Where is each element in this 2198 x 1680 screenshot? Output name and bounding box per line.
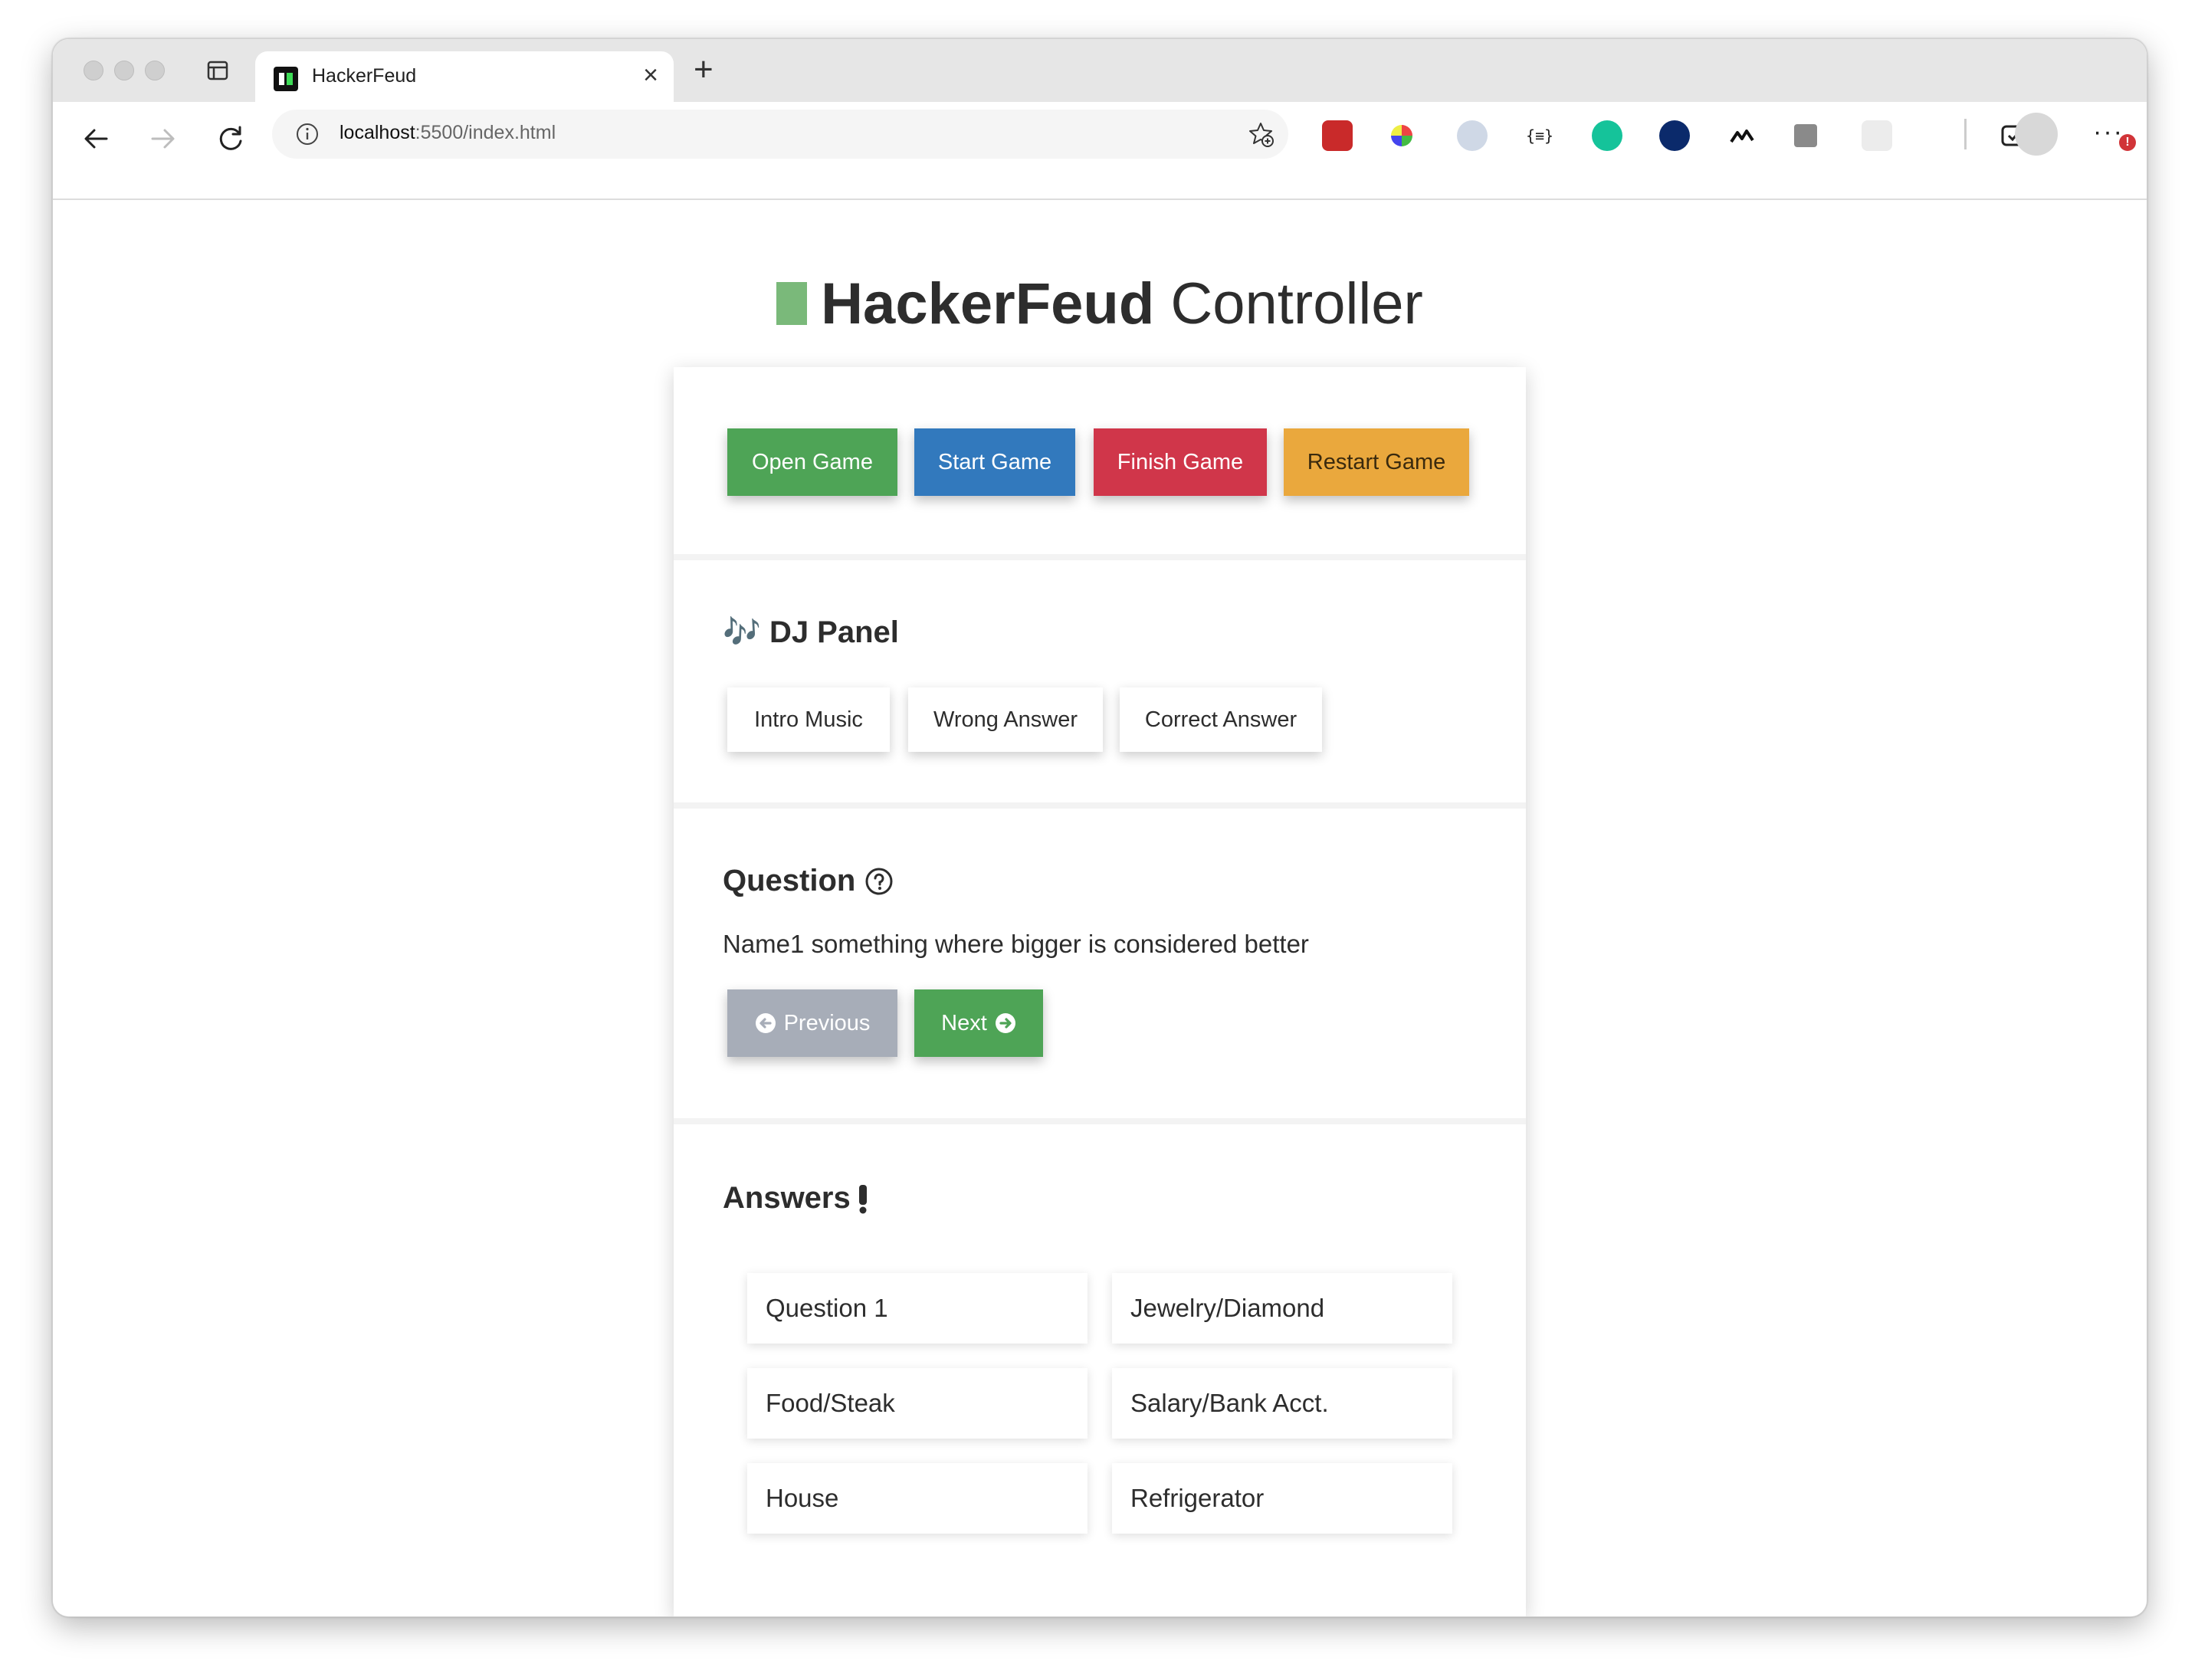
exclamation-icon	[858, 1184, 867, 1213]
address-path: :5500/index.html	[415, 122, 556, 143]
title-mark-icon	[776, 282, 808, 325]
tab-close-icon[interactable]: ×	[643, 62, 658, 88]
answers-title: Answers	[723, 1181, 851, 1215]
question-circle-icon	[865, 868, 893, 894]
previous-label: Previous	[783, 1010, 871, 1035]
title-bold: HackerFeud	[821, 271, 1155, 336]
extension-color-icon[interactable]	[1391, 125, 1412, 146]
site-info-icon[interactable]	[295, 122, 320, 146]
extension-red-icon[interactable]	[1322, 120, 1353, 151]
tab-title: HackerFeud	[312, 65, 417, 87]
answer-card[interactable]: House	[747, 1463, 1088, 1534]
controller-card: Open Game Start Game Finish Game Restart…	[674, 367, 1526, 1616]
restart-game-button[interactable]: Restart Game	[1284, 428, 1469, 496]
address-bar[interactable]: localhost:5500/index.html	[272, 110, 1288, 159]
tab-actions-icon[interactable]	[206, 59, 229, 82]
page-content: HackerFeud Controller Open Game Start Ga…	[53, 200, 2147, 1616]
arrow-left-circle-icon	[755, 1013, 776, 1033]
hackerfeud-favicon-icon	[274, 67, 298, 91]
next-question-button[interactable]: Next	[914, 989, 1043, 1057]
dj-panel-heading: 🎶 DJ Panel	[723, 614, 899, 650]
window-minimize-button[interactable]	[114, 61, 134, 80]
question-title: Question	[723, 864, 856, 897]
question-section: Question Name1 something where bigger is…	[674, 809, 1526, 1118]
window-close-button[interactable]	[84, 61, 103, 80]
start-game-button[interactable]: Start Game	[914, 428, 1075, 496]
profile-avatar[interactable]	[2015, 113, 2058, 156]
extension-copy-icon[interactable]	[1794, 124, 1817, 147]
game-controls-section: Open Game Start Game Finish Game Restart…	[674, 367, 1526, 557]
correct-answer-button[interactable]: Correct Answer	[1120, 687, 1322, 752]
extension-glasses-icon[interactable]	[1457, 120, 1488, 151]
reload-icon[interactable]	[214, 122, 248, 156]
extension-grammarly-icon[interactable]	[1592, 120, 1622, 151]
window-maximize-button[interactable]	[145, 61, 165, 80]
forward-arrow-icon[interactable]	[146, 122, 180, 156]
browser-toolbar: localhost:5500/index.html {≡} ··· !	[53, 102, 2147, 200]
question-heading: Question	[723, 864, 894, 898]
arrow-right-circle-icon	[995, 1013, 1015, 1033]
answer-card[interactable]: Salary/Bank Acct.	[1112, 1368, 1452, 1439]
previous-question-button[interactable]: Previous	[727, 989, 897, 1057]
back-arrow-icon[interactable]	[79, 122, 113, 156]
extension-blue-ring-icon[interactable]	[1659, 120, 1690, 151]
intro-music-button[interactable]: Intro Music	[727, 687, 890, 752]
tab-strip: HackerFeud × +	[53, 39, 2147, 102]
tab-hackerfeud[interactable]: HackerFeud ×	[255, 51, 674, 102]
address-url[interactable]: localhost:5500/index.html	[340, 122, 556, 144]
question-text: Name1 something where bigger is consider…	[723, 930, 1309, 958]
section-divider	[674, 802, 1526, 809]
add-favorite-icon[interactable]	[1247, 120, 1275, 148]
open-game-button[interactable]: Open Game	[727, 428, 897, 496]
finish-game-button[interactable]: Finish Game	[1094, 428, 1267, 496]
extension-json-icon[interactable]: {≡}	[1524, 120, 1555, 151]
dj-panel-section: 🎶 DJ Panel Intro Music Wrong Answer Corr…	[674, 560, 1526, 802]
answers-heading: Answers	[723, 1181, 869, 1216]
answer-card[interactable]: Jewelry/Diamond	[1112, 1273, 1452, 1344]
new-tab-button[interactable]: +	[694, 53, 714, 87]
answers-section: Answers Question 1 Jewelry/Diamond Food/…	[674, 1124, 1526, 1616]
dj-panel-title: DJ Panel	[769, 615, 899, 649]
extension-react-icon[interactable]	[1862, 120, 1892, 151]
answer-card[interactable]: Refrigerator	[1112, 1463, 1452, 1534]
answer-card[interactable]: Food/Steak	[747, 1368, 1088, 1439]
section-divider	[674, 1118, 1526, 1124]
next-label: Next	[941, 1010, 987, 1035]
notification-badge: !	[2119, 134, 2136, 151]
extension-wave-icon[interactable]	[1727, 120, 1757, 151]
title-rest: Controller	[1154, 271, 1423, 336]
wrong-answer-button[interactable]: Wrong Answer	[908, 687, 1103, 752]
toolbar-separator	[1964, 119, 1967, 149]
answer-card[interactable]: Question 1	[747, 1273, 1088, 1344]
section-divider	[674, 554, 1526, 560]
address-host: localhost	[340, 122, 415, 143]
page-title: HackerFeud Controller	[53, 275, 2147, 333]
browser-window: HackerFeud × + localhost:5500/index.html	[52, 38, 2147, 1617]
music-notes-icon: 🎶	[723, 615, 761, 649]
